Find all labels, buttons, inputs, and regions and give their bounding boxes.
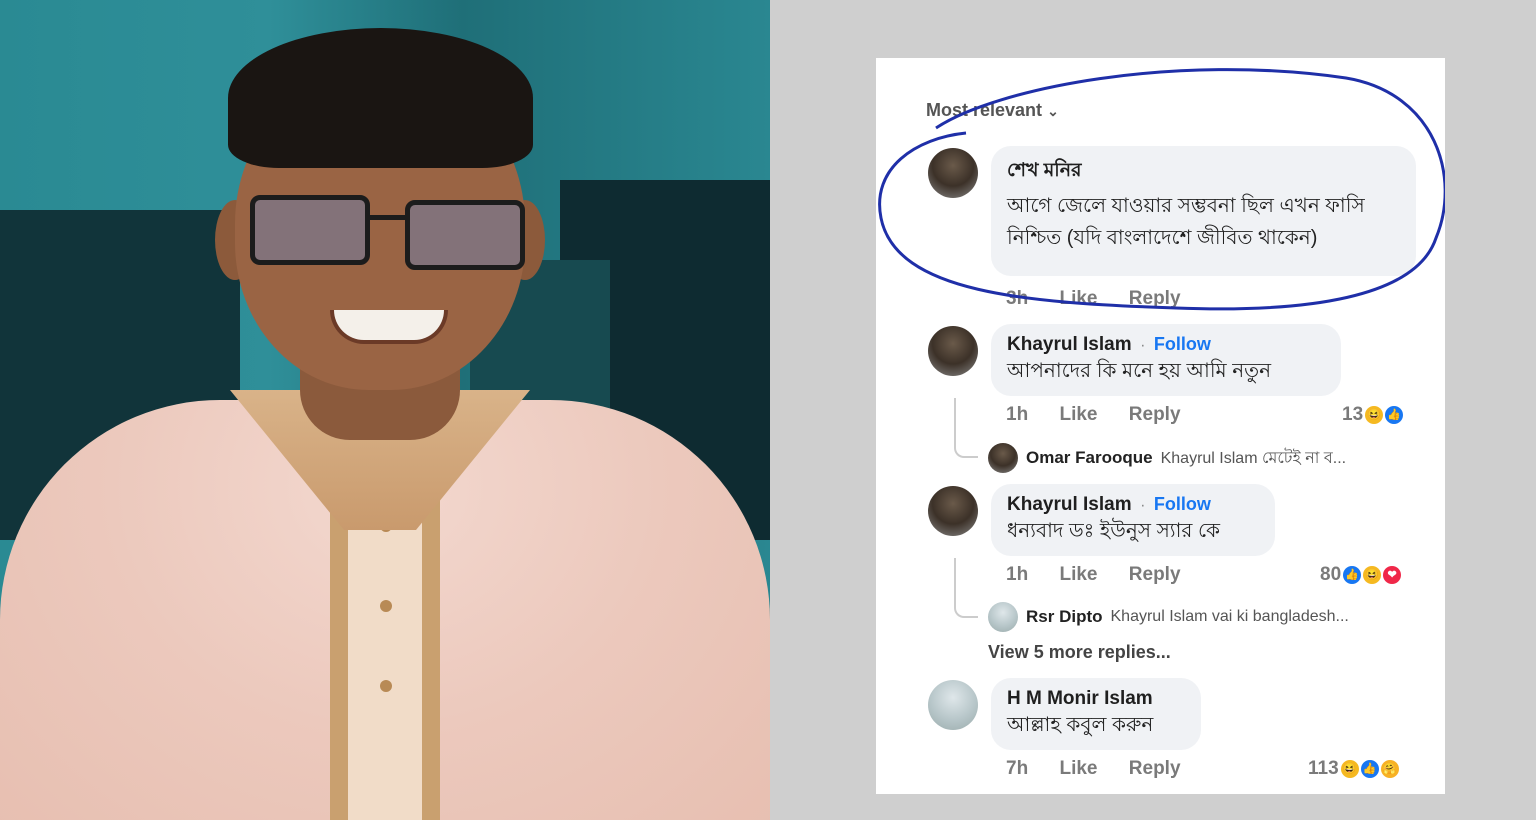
comment-time: 7h <box>1006 758 1029 779</box>
reply-connector <box>954 558 978 618</box>
haha-reaction-icon: 😆 <box>1340 760 1359 778</box>
comment-author[interactable]: Khayrul Islam <box>1007 494 1132 515</box>
reaction-count: 80 <box>1320 564 1342 585</box>
care-reaction-icon: 🤗 <box>1380 760 1399 778</box>
reply-preview[interactable]: Rsr Dipto Khayrul Islam vai ki banglades… <box>988 602 1349 632</box>
like-button[interactable]: Like <box>1059 288 1097 309</box>
comment-author[interactable]: শেখ মনির <box>1007 156 1400 188</box>
reply-button[interactable]: Reply <box>1129 758 1181 779</box>
reply-author: Omar Farooque <box>1026 448 1153 467</box>
comment-author[interactable]: H M Monir Islam <box>1007 688 1185 710</box>
reply-button[interactable]: Reply <box>1129 564 1181 585</box>
like-reaction-icon: 👍 <box>1360 760 1379 778</box>
comment-bubble: Khayrul Islam · Follow ধন্যবাদ ডঃ ইউনুস … <box>991 484 1275 556</box>
haha-reaction-icon: 😆 <box>1363 566 1382 584</box>
comments-panel: Most relevant ⌄ শেখ মনির আগে জেলে যাওয়া… <box>876 58 1445 794</box>
avatar[interactable] <box>928 326 978 376</box>
comment-bubble: Khayrul Islam · Follow আপনাদের কি মনে হয… <box>991 324 1341 396</box>
reaction-summary[interactable]: 13 😆 👍 <box>1342 404 1404 426</box>
comment-author[interactable]: Khayrul Islam <box>1007 334 1132 355</box>
portrait-photo <box>0 0 770 820</box>
avatar[interactable] <box>928 148 978 198</box>
comment-actions: 1h Like Reply <box>1006 404 1207 426</box>
reply-preview[interactable]: Omar Farooque Khayrul Islam মেটেই না ব..… <box>988 443 1346 473</box>
reaction-summary[interactable]: 113 😆 👍 🤗 <box>1308 758 1399 780</box>
comment-text: আগে জেলে যাওয়ার সম্ভবনা ছিল এখন ফাসি নি… <box>1007 195 1365 249</box>
comment-time: 3h <box>1006 288 1029 309</box>
follow-button[interactable]: Follow <box>1154 334 1211 354</box>
chevron-down-icon: ⌄ <box>1047 103 1059 119</box>
reply-snippet: Khayrul Islam vai ki bangladesh... <box>1110 608 1349 625</box>
comment-actions: 7h Like Reply <box>1006 758 1207 780</box>
haha-reaction-icon: 😆 <box>1365 406 1384 424</box>
comment-bubble: শেখ মনির আগে জেলে যাওয়ার সম্ভবনা ছিল এখ… <box>991 146 1416 276</box>
view-more-replies-link[interactable]: View 5 more replies... <box>988 642 1171 663</box>
comment-time: 1h <box>1006 564 1029 585</box>
like-button[interactable]: Like <box>1059 404 1097 425</box>
avatar[interactable] <box>928 486 978 536</box>
comment-bubble: H M Monir Islam আল্লাহ কবুল করুন <box>991 678 1201 750</box>
comment-text: আপনাদের কি মনে হয় আমি নতুন <box>1007 360 1272 382</box>
comment-actions: 3h Like Reply <box>1006 288 1207 310</box>
like-button[interactable]: Like <box>1059 758 1097 779</box>
avatar <box>988 602 1018 632</box>
reply-connector <box>954 398 978 458</box>
sort-dropdown[interactable]: Most relevant ⌄ <box>926 100 1059 121</box>
like-reaction-icon: 👍 <box>1385 406 1404 424</box>
comment-text: আল্লাহ কবুল করুন <box>1007 714 1154 736</box>
reaction-summary[interactable]: 80 👍 😆 ❤ <box>1320 564 1402 586</box>
reply-button[interactable]: Reply <box>1129 404 1181 425</box>
like-reaction-icon: 👍 <box>1343 566 1362 584</box>
sort-label: Most relevant <box>926 100 1043 120</box>
reply-button[interactable]: Reply <box>1129 288 1181 309</box>
love-reaction-icon: ❤ <box>1383 566 1402 584</box>
reply-author: Rsr Dipto <box>1026 607 1103 626</box>
avatar <box>988 443 1018 473</box>
comment-text: ধন্যবাদ ডঃ ইউনুস স্যার কে <box>1007 520 1221 542</box>
reaction-count: 13 <box>1342 404 1364 425</box>
like-button[interactable]: Like <box>1059 564 1097 585</box>
follow-button[interactable]: Follow <box>1154 494 1211 514</box>
comment-time: 1h <box>1006 404 1029 425</box>
avatar[interactable] <box>928 680 978 730</box>
reply-snippet: Khayrul Islam মেটেই না ব... <box>1160 449 1347 467</box>
comment-actions: 1h Like Reply <box>1006 564 1207 586</box>
reaction-count: 113 <box>1308 758 1339 779</box>
